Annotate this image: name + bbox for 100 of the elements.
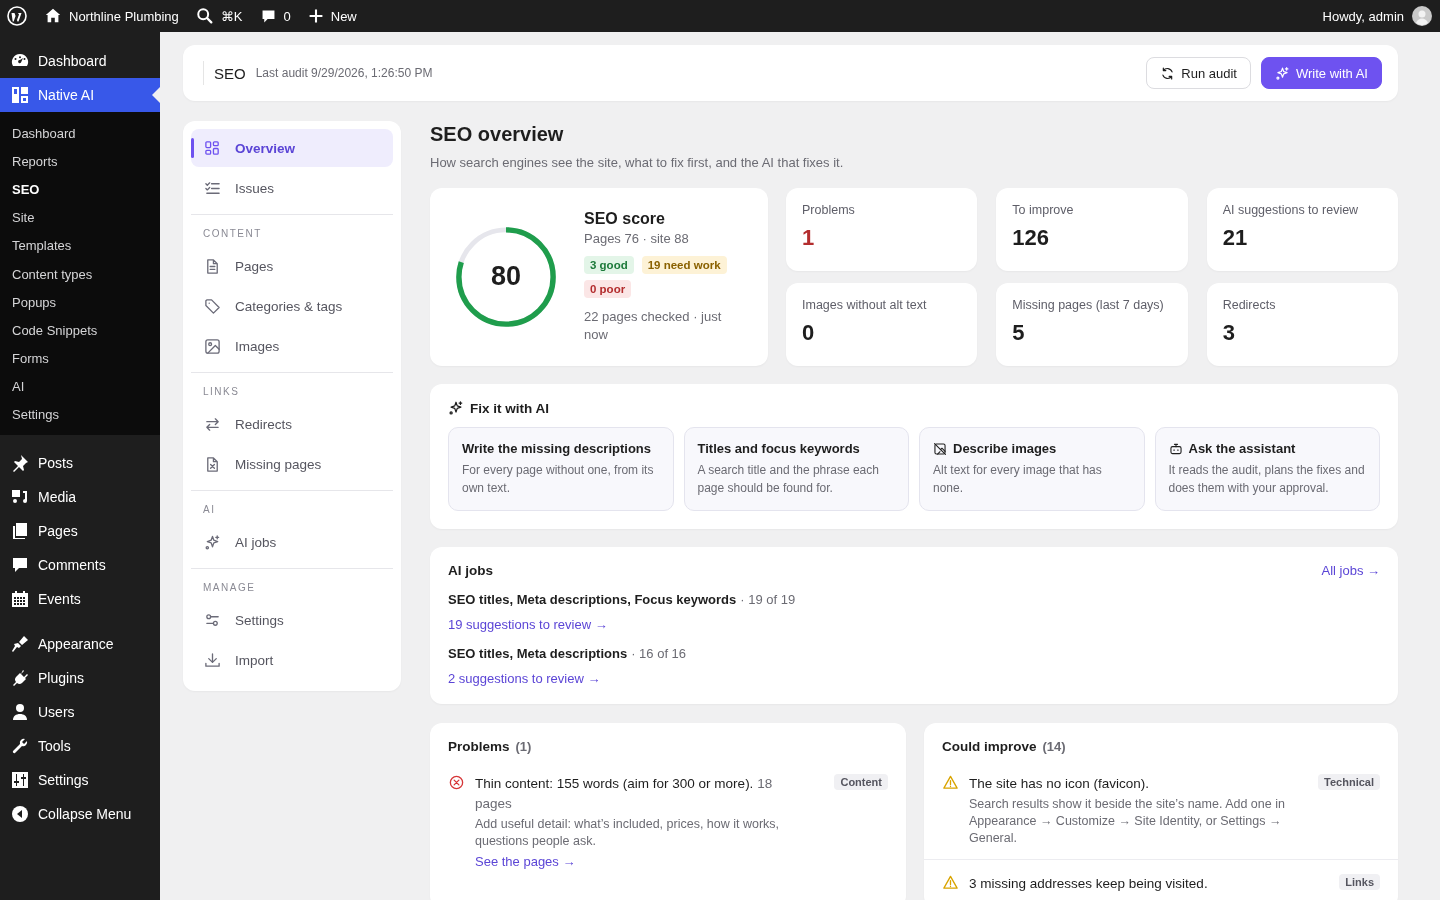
sidebar-menu-item[interactable]: Posts xyxy=(0,446,160,481)
status-badge: 3 good xyxy=(584,256,634,274)
wordpress-logo-icon xyxy=(7,6,27,26)
checklist-icon xyxy=(204,179,221,197)
image-icon xyxy=(204,337,221,355)
sidebar-menu-item[interactable]: Users xyxy=(0,695,160,730)
sidebar-menu-item[interactable]: Dashboard xyxy=(0,44,160,78)
image-off-icon xyxy=(933,441,947,456)
card-description: It reads the audit, plans the fixes and does them with your approval. xyxy=(1168,462,1366,497)
nav-item[interactable]: Overview xyxy=(191,129,393,167)
nav-item[interactable]: Missing pages xyxy=(191,445,393,483)
issue-title: Thin content: 155 words (aim for 300 or more). 18 pages xyxy=(475,775,774,813)
ai-action-card[interactable]: Describe images Alt text for every image that has none. xyxy=(919,427,1145,511)
greeting: Howdy, admin xyxy=(1322,8,1404,24)
sidebar-menu-item[interactable]: Native AI xyxy=(0,78,160,112)
submenu-item[interactable]: Popups xyxy=(0,288,160,317)
stat-value: 5 xyxy=(1012,320,1026,346)
robot-icon xyxy=(1168,441,1183,456)
nav-item[interactable]: Import xyxy=(191,641,393,679)
submenu-item[interactable]: Reports xyxy=(0,147,160,176)
stat-label: Images without alt text xyxy=(802,298,928,312)
search-shortcut[interactable]: ⌘K xyxy=(195,7,243,25)
nav-section-heading: LINKS xyxy=(202,385,241,399)
status-badge: 0 poor xyxy=(584,280,632,298)
submenu-item[interactable]: Forms xyxy=(0,344,160,373)
home-icon xyxy=(44,7,62,25)
submenu-item[interactable]: SEO xyxy=(0,175,160,204)
sidebar-menu-item[interactable]: Tools xyxy=(0,729,160,764)
stat-label: Redirects xyxy=(1222,298,1277,312)
score-note: 22 pages checked · just now xyxy=(584,308,723,344)
write-with-ai-button[interactable]: Write with AI xyxy=(1261,57,1382,89)
nav-item[interactable]: Redirects xyxy=(191,405,393,443)
submenu-item[interactable]: Settings xyxy=(0,400,160,430)
sidebar-menu-item[interactable]: Pages xyxy=(0,514,160,549)
submenu-item[interactable]: Templates xyxy=(0,231,160,260)
calendar-icon xyxy=(10,589,30,610)
sparkles-icon xyxy=(204,533,221,551)
issue-title: The site has no icon (favicon). xyxy=(969,775,1151,793)
stat-label: AI suggestions to review xyxy=(1222,203,1360,217)
card-title: Write the missing descriptions xyxy=(462,441,652,456)
job-count: · 19 of 19 xyxy=(740,592,796,607)
stat-value: 21 xyxy=(1222,225,1249,251)
sidebar-menu-item[interactable]: Events xyxy=(0,582,160,617)
review-link[interactable]: 19 suggestions to review → xyxy=(448,617,1380,632)
see-pages-link[interactable]: See the pages → xyxy=(475,854,576,869)
submenu-item[interactable]: Code Snippets xyxy=(0,316,160,345)
run-audit-button[interactable]: Run audit xyxy=(1146,57,1251,89)
nav-item[interactable]: Pages xyxy=(191,247,393,285)
card-description: A search title and the phrase each page should be found for. xyxy=(697,462,880,497)
issue-detail: Add useful detail: what’s included, prices, how it works, questions people ask. xyxy=(475,816,781,850)
error-icon xyxy=(448,774,465,791)
sidebar-menu-item[interactable]: Appearance xyxy=(0,627,160,662)
avatar-icon xyxy=(1412,6,1432,26)
site-name-link[interactable]: Northline Plumbing xyxy=(44,7,179,25)
download-icon xyxy=(204,651,221,669)
nav-section-heading: AI xyxy=(202,503,217,517)
tag-icon xyxy=(204,297,221,315)
submenu-item[interactable]: Content types xyxy=(0,259,160,289)
sparkles-icon xyxy=(1275,65,1290,81)
ai-action-card[interactable]: Titles and focus keywords A search title and the phrase each page should be found for. xyxy=(683,427,909,511)
settings-icon xyxy=(10,770,30,791)
warning-icon xyxy=(942,874,959,891)
issue-count: (14) xyxy=(1042,739,1066,754)
sidebar-menu-item[interactable]: Collapse Menu xyxy=(0,797,160,832)
sidebar-menu-item[interactable]: Media xyxy=(0,480,160,515)
document-icon xyxy=(204,257,221,275)
ai-action-card[interactable]: Ask the assistant It reads the audit, plans the fixes and does them with your approval. xyxy=(1154,427,1380,511)
shortcut-label: ⌘K xyxy=(220,8,243,24)
nav-item[interactable]: Issues xyxy=(191,169,393,207)
stat-label: To improve xyxy=(1012,203,1075,217)
sliders-icon xyxy=(204,611,221,629)
job-name: SEO titles, Meta descriptions xyxy=(448,646,628,661)
nav-item[interactable]: Settings xyxy=(191,601,393,639)
review-link[interactable]: 2 suggestions to review → xyxy=(448,671,1380,686)
submenu-item[interactable]: Dashboard xyxy=(0,119,160,148)
category-tag: Content xyxy=(834,774,888,790)
nav-item[interactable]: AI jobs xyxy=(191,523,393,561)
job-count: · 16 of 16 xyxy=(631,646,687,661)
sidebar-menu-item[interactable]: Comments xyxy=(0,548,160,583)
sidebar-menu-item[interactable]: Plugins xyxy=(0,661,160,696)
nav-item[interactable]: Categories & tags xyxy=(191,287,393,325)
sidebar-menu-item[interactable]: Settings xyxy=(0,763,160,798)
stat-value: 0 xyxy=(802,320,816,346)
plus-icon xyxy=(307,8,324,24)
account-link[interactable]: Howdy, admin xyxy=(1322,6,1432,26)
submenu-item[interactable]: Site xyxy=(0,203,160,232)
submenu-item[interactable]: AI xyxy=(0,372,160,401)
all-jobs-link[interactable]: All jobs → xyxy=(1321,563,1380,578)
status-badge: 19 need work xyxy=(641,256,727,274)
sparkles-icon xyxy=(448,400,464,416)
arrows-icon xyxy=(204,415,221,433)
category-tag: Technical xyxy=(1318,774,1380,790)
job-name: SEO titles, Meta descriptions, Focus keywords xyxy=(448,592,737,607)
new-link[interactable]: New xyxy=(307,8,357,24)
ai-action-card[interactable]: Write the missing descriptions For every page without one, from its own text. xyxy=(448,427,674,511)
nav-item[interactable]: Images xyxy=(191,327,393,365)
section-title: SEO overview xyxy=(430,123,565,146)
card-title: Titles and focus keywords xyxy=(697,441,860,456)
document-x-icon xyxy=(204,455,221,473)
comments-link[interactable]: 0 xyxy=(259,7,291,25)
